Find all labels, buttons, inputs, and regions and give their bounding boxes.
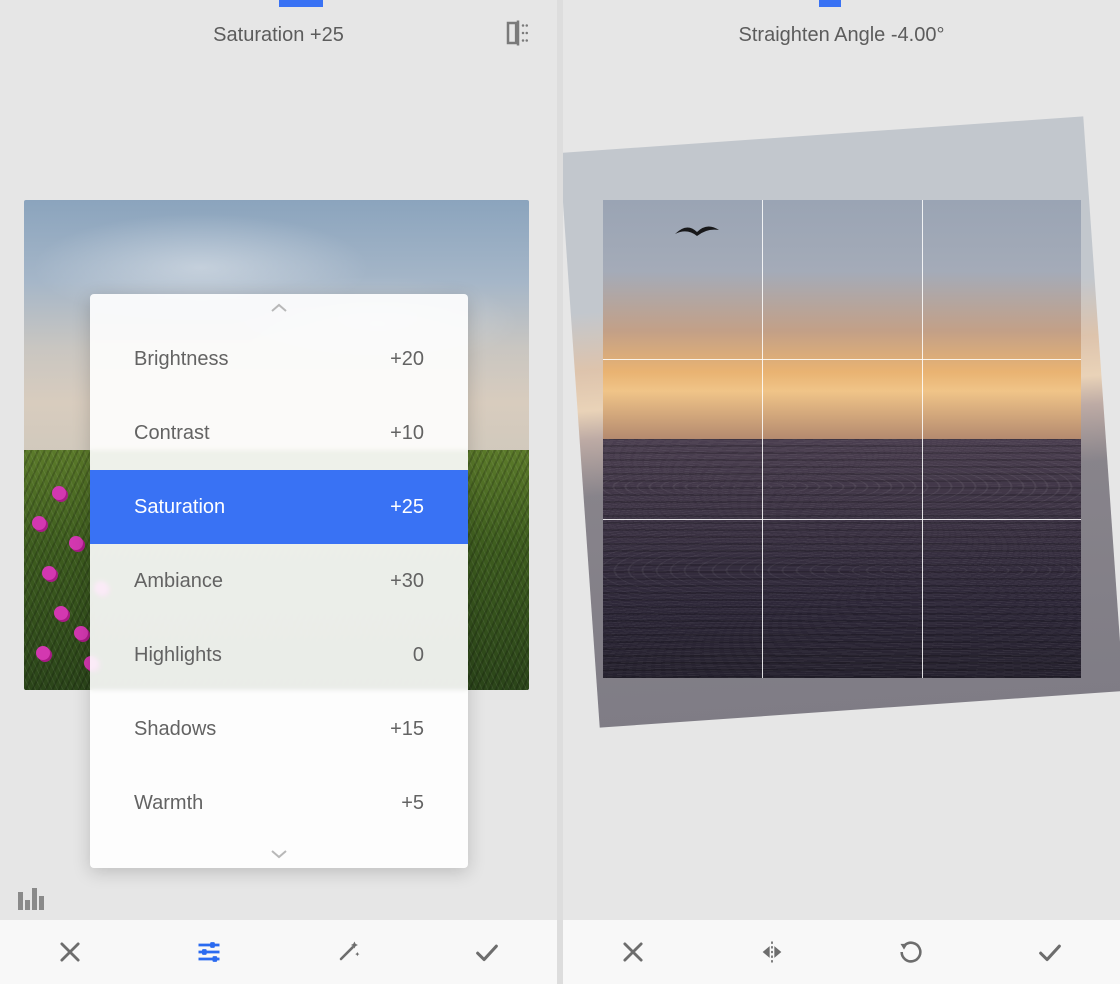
tune-row-value: +15 [390,718,424,741]
header: Saturation +25 [0,0,557,70]
chevron-down-icon[interactable] [90,840,468,868]
photo-preview[interactable] [563,70,1120,920]
tune-row-value: +5 [401,792,424,815]
header: Straighten Angle -4.00° [563,0,1120,70]
tune-row-warmth[interactable]: Warmth +5 [90,766,468,840]
tune-row-label: Warmth [134,792,203,815]
histogram-icon[interactable] [18,886,46,910]
apply-button[interactable] [418,920,557,984]
tune-row-brightness[interactable]: Brightness +20 [90,322,468,396]
tune-row-label: Ambiance [134,570,223,593]
tune-row-ambiance[interactable]: Ambiance +30 [90,544,468,618]
tune-row-highlights[interactable]: Highlights 0 [90,618,468,692]
close-button[interactable] [0,920,139,984]
tune-image-screen: Saturation +25 B [0,0,557,984]
tune-row-value: +30 [390,570,424,593]
tune-row-label: Brightness [134,348,229,371]
tune-parameter-menu[interactable]: Brightness +20 Contrast +10 Saturation +… [90,294,468,868]
header-title: Straighten Angle -4.00° [739,24,945,47]
tune-tool-button[interactable] [139,920,278,984]
chevron-up-icon[interactable] [90,294,468,322]
tune-row-shadows[interactable]: Shadows +15 [90,692,468,766]
tune-row-value: +10 [390,422,424,445]
tune-row-label: Shadows [134,718,216,741]
tune-row-label: Contrast [134,422,210,445]
flip-horizontal-button[interactable] [702,920,841,984]
rotate-screen: Straighten Angle -4.00° [563,0,1120,984]
rotate-button[interactable] [842,920,981,984]
compare-icon[interactable] [503,18,533,48]
bottom-toolbar [0,920,557,984]
close-button[interactable] [563,920,702,984]
tune-row-saturation[interactable]: Saturation +25 [90,470,468,544]
bird-silhouette [673,220,721,244]
tune-row-label: Saturation [134,496,225,519]
tune-row-value: +20 [390,348,424,371]
tune-row-contrast[interactable]: Contrast +10 [90,396,468,470]
auto-enhance-button[interactable] [279,920,418,984]
crop-frame[interactable] [603,200,1081,678]
tune-row-label: Highlights [134,644,222,667]
bottom-toolbar [563,920,1120,984]
tune-row-value: 0 [413,644,424,667]
header-title: Saturation +25 [213,24,344,47]
apply-button[interactable] [981,920,1120,984]
tune-row-value: +25 [390,496,424,519]
